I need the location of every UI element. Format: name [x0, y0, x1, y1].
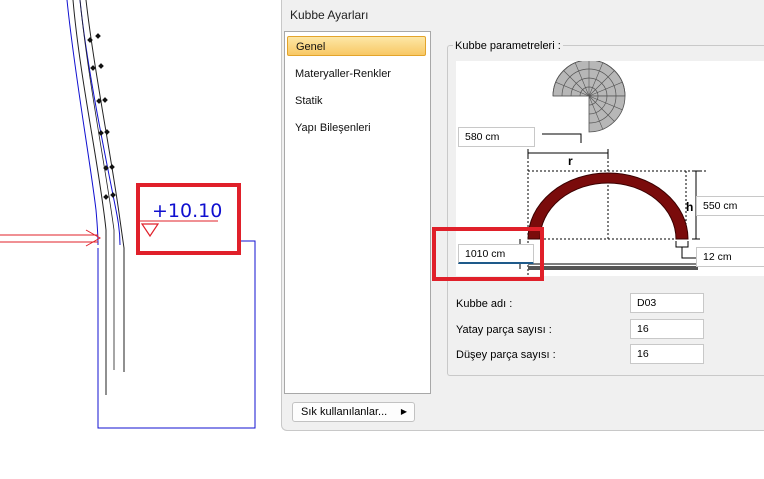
ground-line — [528, 266, 698, 270]
play-arrow-icon: ▶ — [400, 407, 407, 416]
wall-core-right — [85, 0, 125, 372]
group-title: Kubbe parametreleri : — [453, 40, 563, 52]
nav-item-yapi-bilesenleri[interactable]: Yapı Bileşenleri — [287, 118, 426, 138]
radius-leader — [542, 133, 582, 143]
dusey-parca-input[interactable]: 16 — [630, 344, 704, 364]
genel-panel: Kubbe parametreleri : r h 580 cm 550 cm … — [434, 31, 764, 392]
dialog-title: Kubbe Ayarları — [290, 8, 369, 22]
kubbe-adi-input[interactable]: D03 — [630, 293, 704, 313]
radius-input[interactable]: 580 cm — [458, 127, 535, 147]
favorites-button-label: Sık kullanılanlar... — [301, 406, 388, 418]
yatay-parca-input[interactable]: 16 — [630, 319, 704, 339]
height-input[interactable]: 550 cm — [696, 196, 764, 216]
height-symbol: h — [686, 200, 693, 214]
kubbe-adi-label: Kubbe adı : — [456, 298, 513, 310]
favorites-button[interactable]: Sık kullanılanlar... ▶ — [292, 402, 415, 422]
dome-plan-icon — [552, 59, 626, 133]
thickness-input[interactable]: 12 cm — [696, 247, 764, 267]
duşey-parca-label: Düşey parça sayısı : — [456, 349, 556, 361]
nav-item-materyaller-renkler[interactable]: Materyaller-Renkler — [287, 64, 426, 84]
wall-core-left — [72, 0, 107, 395]
settings-nav: Genel Materyaller-Renkler Statik Yapı Bi… — [284, 31, 431, 394]
radius-symbol: r — [568, 154, 573, 168]
nav-item-genel[interactable]: Genel — [287, 36, 426, 56]
nav-item-statik[interactable]: Statik — [287, 91, 426, 111]
kubbe-settings-dialog: Kubbe Ayarları Genel Materyaller-Renkler… — [281, 0, 764, 431]
yatay-parca-label: Yatay parça sayısı : — [456, 324, 552, 336]
wall-core-mid — [79, 0, 115, 370]
wall-inner-line — [66, 0, 99, 246]
highlight-elevation — [136, 183, 241, 255]
highlight-diameter — [432, 227, 544, 281]
floor-outline — [97, 240, 256, 429]
